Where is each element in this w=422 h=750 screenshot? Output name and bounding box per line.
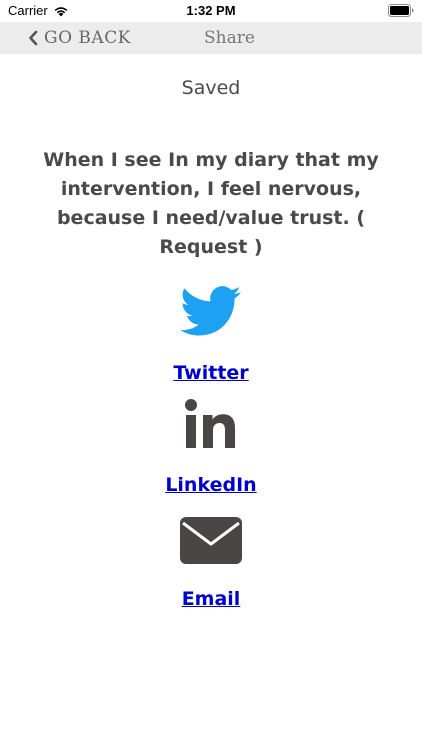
nav-bar: GO BACK Share [0, 22, 422, 54]
status-bar: Carrier 1:32 PM [0, 0, 422, 22]
status-time: 1:32 PM [186, 3, 236, 18]
share-option-email: Email [0, 517, 422, 610]
twitter-icon[interactable] [180, 286, 242, 338]
linkedin-link[interactable]: LinkedIn [165, 474, 256, 496]
share-option-linkedin: LinkedIn [0, 398, 422, 496]
chevron-left-icon [29, 30, 38, 46]
nav-title: Share [204, 28, 255, 48]
email-icon[interactable] [180, 517, 242, 564]
twitter-link[interactable]: Twitter [173, 362, 248, 384]
battery-indicator [388, 4, 414, 17]
linkedin-icon[interactable] [183, 398, 239, 450]
back-button[interactable]: GO BACK [28, 22, 131, 54]
battery-icon [388, 4, 414, 17]
message-text: When I see In my diary that my intervent… [43, 149, 379, 258]
email-link[interactable]: Email [182, 588, 241, 610]
share-option-twitter: Twitter [0, 286, 422, 384]
back-label: GO BACK [44, 28, 131, 48]
saved-label: Saved [181, 77, 241, 99]
